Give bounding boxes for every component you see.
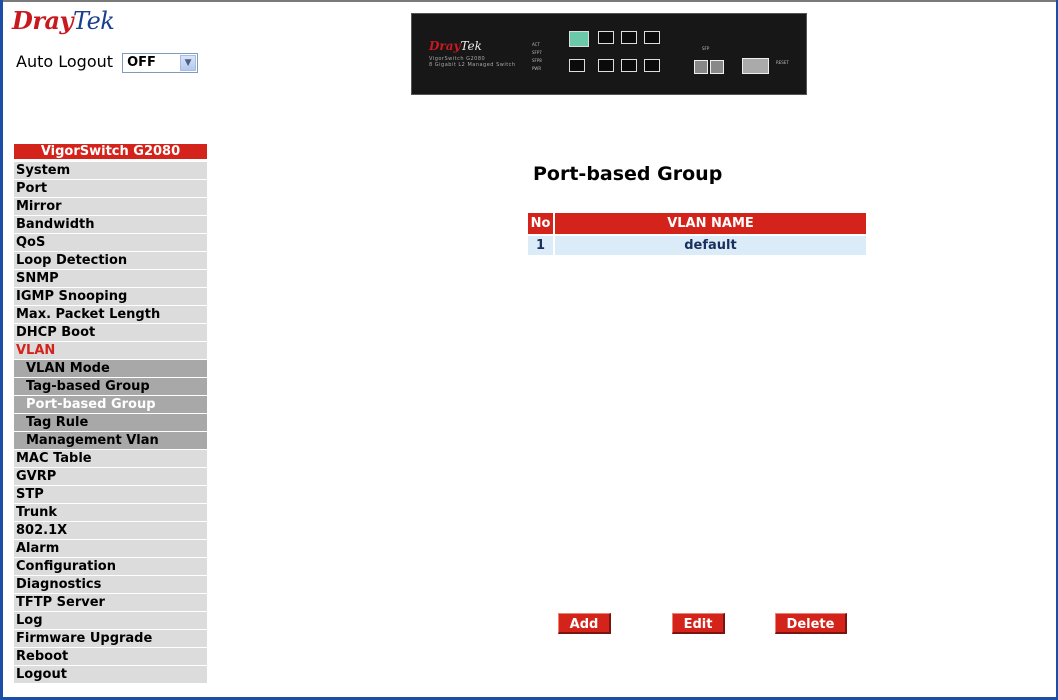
delete-button[interactable]: Delete — [775, 613, 847, 634]
sidebar-item-mac-table[interactable]: MAC Table — [14, 450, 207, 467]
auto-logout-label: Auto Logout — [16, 52, 114, 71]
port-1 — [569, 31, 589, 47]
sidebar-item-snmp[interactable]: SNMP — [14, 270, 207, 287]
port-7 — [621, 59, 637, 72]
sidebar-item-logout[interactable]: Logout — [14, 666, 207, 683]
sidebar-item-system[interactable]: System — [14, 162, 207, 179]
sidebar-subitem-tag-based-group[interactable]: Tag-based Group — [14, 378, 207, 395]
edit-button[interactable]: Edit — [672, 613, 725, 634]
sfp-bay — [742, 58, 769, 74]
page-title: Port-based Group — [533, 163, 723, 185]
cell-no: 1 — [528, 236, 553, 255]
column-header-vlan-name: VLAN NAME — [555, 213, 866, 234]
led-label: SFP7 — [532, 50, 542, 55]
sidebar-item-loop-detection[interactable]: Loop Detection — [14, 252, 207, 269]
sidebar-item-vlan[interactable]: VLAN — [14, 342, 207, 359]
sidebar-item-trunk[interactable]: Trunk — [14, 504, 207, 521]
sidebar-item-igmp-snooping[interactable]: IGMP Snooping — [14, 288, 207, 305]
port-8 — [644, 59, 660, 72]
reset-label: RESET — [776, 60, 789, 65]
sidebar-subitem-tag-rule[interactable]: Tag Rule — [14, 414, 207, 431]
sidebar-item-tftp-server[interactable]: TFTP Server — [14, 594, 207, 611]
sidebar-item-stp[interactable]: STP — [14, 486, 207, 503]
table-row[interactable]: 1 default — [528, 236, 866, 255]
sidebar-subitem-management-vlan[interactable]: Management Vlan — [14, 432, 207, 449]
sidebar-subitem-vlan-mode[interactable]: VLAN Mode — [14, 360, 207, 377]
port-4 — [644, 31, 660, 44]
sidebar-item-firmware-upgrade[interactable]: Firmware Upgrade — [14, 630, 207, 647]
port-6 — [598, 59, 614, 72]
sidebar-item-diagnostics[interactable]: Diagnostics — [14, 576, 207, 593]
device-model-label: VigorSwitch G2080 8 Gigabit L2 Managed Sw… — [429, 56, 516, 68]
cell-vlan-name[interactable]: default — [555, 236, 866, 255]
sidebar-menu: VigorSwitch G2080 System Port Mirror Ban… — [14, 144, 207, 684]
port-2 — [598, 31, 614, 44]
window-top-border — [0, 0, 1058, 2]
port-5 — [569, 59, 585, 72]
sidebar-item-configuration[interactable]: Configuration — [14, 558, 207, 575]
port-3 — [621, 31, 637, 44]
sidebar-item-dhcp-boot[interactable]: DHCP Boot — [14, 324, 207, 341]
sidebar-item-8021x[interactable]: 802.1X — [14, 522, 207, 539]
led-label: PWR — [532, 66, 542, 71]
sidebar-item-reboot[interactable]: Reboot — [14, 648, 207, 665]
column-header-no: No — [528, 213, 553, 234]
auto-logout-value: OFF — [127, 54, 156, 70]
sidebar-item-mirror[interactable]: Mirror — [14, 198, 207, 215]
sidebar-item-gvrp[interactable]: GVRP — [14, 468, 207, 485]
sidebar-title: VigorSwitch G2080 — [14, 144, 207, 159]
sfp-port-2 — [710, 60, 724, 74]
led-label: ACT — [532, 42, 540, 47]
sidebar-item-qos[interactable]: QoS — [14, 234, 207, 251]
window-left-border — [0, 0, 3, 700]
sidebar-item-max-packet-length[interactable]: Max. Packet Length — [14, 306, 207, 323]
sidebar-item-port[interactable]: Port — [14, 180, 207, 197]
sidebar-item-bandwidth[interactable]: Bandwidth — [14, 216, 207, 233]
chevron-down-icon[interactable]: ▼ — [180, 54, 197, 71]
device-logo: DrayTek — [429, 39, 482, 53]
device-front-panel-image: DrayTek VigorSwitch G2080 8 Gigabit L2 Ma… — [411, 13, 807, 95]
sidebar-item-log[interactable]: Log — [14, 612, 207, 629]
draytek-logo: DrayTek — [12, 6, 115, 35]
sfp-port-1 — [694, 60, 708, 74]
auto-logout-select[interactable]: OFF ▼ — [122, 52, 199, 73]
vlan-table: No VLAN NAME 1 default — [528, 213, 866, 255]
led-label: SFP8 — [532, 58, 542, 63]
table-header: No VLAN NAME — [528, 213, 866, 234]
auto-logout: Auto Logout OFF ▼ — [16, 52, 199, 73]
sidebar-item-alarm[interactable]: Alarm — [14, 540, 207, 557]
add-button[interactable]: Add — [558, 613, 611, 634]
sidebar-subitem-port-based-group[interactable]: Port-based Group — [14, 396, 207, 413]
sfp-label: SFP — [702, 46, 710, 51]
